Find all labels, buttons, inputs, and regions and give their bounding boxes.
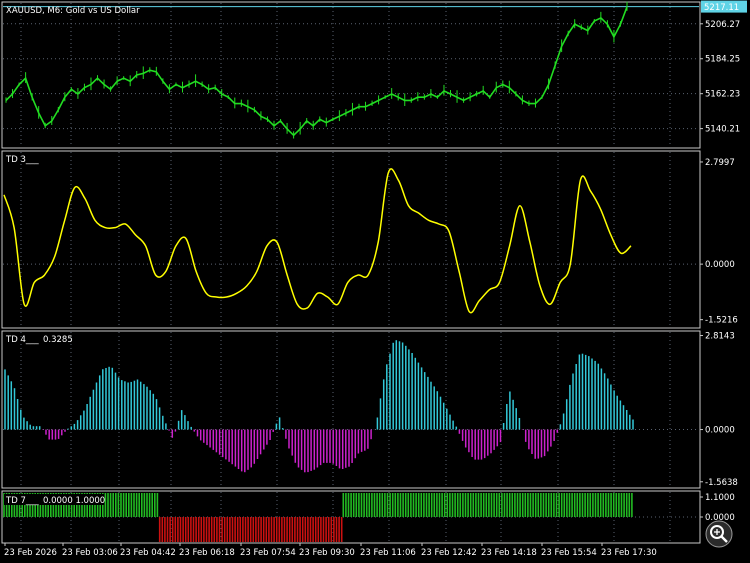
price-tick-label: 5206.27: [705, 20, 740, 30]
td4-tick-label: 0.0000: [705, 426, 735, 436]
x-axis-label: 23 Feb 15:54: [541, 548, 597, 558]
price-tick-label: 5162.23: [705, 90, 740, 100]
td4-tick-label: -1.5638: [705, 478, 738, 488]
x-axis-label: 23 Feb 14:18: [481, 548, 537, 558]
zoom-icon[interactable]: [705, 520, 733, 548]
x-axis-label: 23 Feb 11:06: [360, 548, 416, 558]
panel-frame-2: [1, 150, 701, 329]
chart-title: XAUUSD, M6: Gold vs US Dollar: [6, 6, 140, 16]
current-price-label: 5217.11: [704, 3, 739, 13]
price-tick-label: 5184.25: [705, 55, 740, 65]
x-axis-label: 23 Feb 04:42: [120, 548, 176, 558]
td7-tick-label: 1.1000: [705, 493, 735, 503]
price-series-line: [5, 6, 628, 137]
x-axis-label: 23 Feb 06:18: [179, 548, 235, 558]
td7-label: TD 7___: [5, 496, 39, 506]
td4-value-label: 0.3285: [43, 335, 73, 345]
td3-tick-label: -1.5216: [705, 316, 738, 326]
x-axis-label: 23 Feb 03:06: [62, 548, 118, 558]
td7-value-label: 0.0000 1.0000: [43, 496, 105, 506]
td4-tick-label: 2.8143: [705, 332, 735, 342]
x-axis-label: 23 Feb 09:30: [299, 548, 355, 558]
td3-tick-label: 2.7997: [705, 158, 735, 168]
price-tick-label: 5140.21: [705, 125, 740, 135]
td3-label: TD 3___: [5, 155, 39, 165]
td3-tick-label: 0.0000: [705, 260, 735, 270]
td4-label: TD 4___: [5, 335, 39, 345]
x-axis-label: 23 Feb 2026: [4, 548, 57, 558]
x-axis-label: 23 Feb 12:42: [421, 548, 477, 558]
chart-area[interactable]: 5206.27 5184.25 5162.23 5140.21 5217.11 XAUUS…: [0, 0, 750, 563]
x-axis-label: 23 Feb 07:54: [240, 548, 296, 558]
x-axis-label: 23 Feb 17:30: [601, 548, 657, 558]
td3-series-line: [3, 168, 632, 314]
